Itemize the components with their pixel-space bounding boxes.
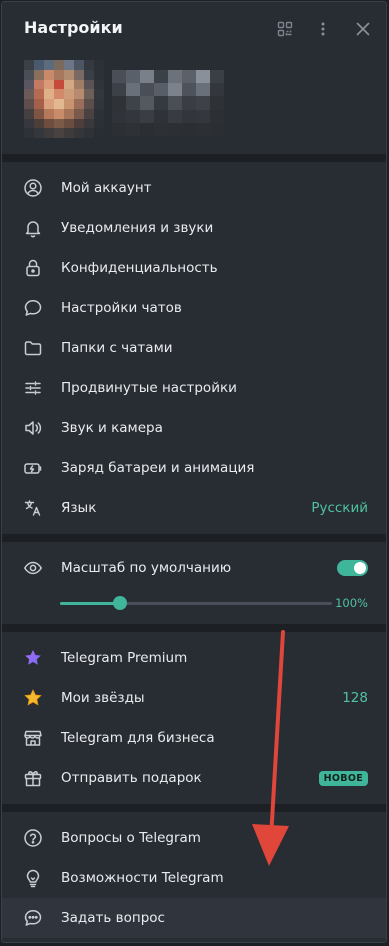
sliders-icon: [22, 377, 44, 399]
settings-header: Настройки: [2, 2, 386, 58]
star-purple-icon: [22, 647, 44, 669]
settings-menu: Мой аккаунт Уведомления и звуки Конфиден…: [2, 162, 386, 534]
menu-item-chat-folders[interactable]: Папки с чатами: [2, 328, 386, 368]
bell-icon: [22, 217, 44, 239]
question-circle-icon: [22, 827, 44, 849]
menu-item-telegram-premium[interactable]: Telegram Premium: [2, 638, 386, 678]
lock-icon: [22, 257, 44, 279]
section-divider: [2, 534, 386, 542]
menu-item-label: Заряд батареи и анимация: [61, 460, 255, 476]
scale-slider[interactable]: [60, 596, 332, 610]
menu-item-notifications[interactable]: Уведомления и звуки: [2, 208, 386, 248]
battery-icon: [22, 457, 44, 479]
menu-item-advanced[interactable]: Продвинутые настройки: [2, 368, 386, 408]
shop-icon: [22, 727, 44, 749]
lightbulb-icon: [22, 867, 44, 889]
close-icon[interactable]: [352, 18, 374, 40]
menu-item-label: Возможности Telegram: [61, 870, 224, 886]
menu-item-label: Уведомления и звуки: [61, 220, 214, 236]
menu-item-label: Вопросы о Telegram: [61, 830, 201, 846]
menu-item-label: Мой аккаунт: [61, 180, 152, 196]
new-badge: НОВОЕ: [318, 770, 368, 786]
menu-item-label: Конфиденциальность: [61, 260, 218, 276]
speaker-icon: [22, 417, 44, 439]
menu-item-default-scale[interactable]: Масштаб по умолчанию: [2, 548, 386, 588]
section-divider: [2, 154, 386, 162]
avatar[interactable]: [24, 60, 104, 138]
language-value: Русский: [311, 500, 368, 516]
menu-item-label: Папки с чатами: [61, 340, 173, 356]
menu-item-label: Настройки чатов: [61, 300, 182, 316]
menu-item-telegram-faq[interactable]: Вопросы о Telegram: [2, 818, 386, 858]
scale-value: 100%: [335, 596, 368, 610]
menu-item-chat-settings[interactable]: Настройки чатов: [2, 288, 386, 328]
premium-menu: Telegram Premium Мои звёзды 128 Telegram…: [2, 632, 386, 804]
scale-slider-fill: [60, 602, 120, 605]
menu-item-send-gift[interactable]: Отправить подарок НОВОЕ: [2, 758, 386, 798]
menu-item-sound-camera[interactable]: Звук и камера: [2, 408, 386, 448]
menu-item-my-account[interactable]: Мой аккаунт: [2, 168, 386, 208]
menu-item-privacy[interactable]: Конфиденциальность: [2, 248, 386, 288]
translate-icon: [22, 497, 44, 519]
settings-panel: Настройки Мой аккаунт Уведомления и звук…: [1, 1, 387, 943]
folder-icon: [22, 337, 44, 359]
menu-item-telegram-business[interactable]: Telegram для бизнеса: [2, 718, 386, 758]
menu-item-ask-question[interactable]: Задать вопрос: [2, 898, 386, 938]
menu-item-label: Звук и камера: [61, 420, 163, 436]
menu-item-my-stars[interactable]: Мои звёзды 128: [2, 678, 386, 718]
scale-slider-thumb[interactable]: [112, 596, 127, 610]
gift-icon: [22, 767, 44, 789]
menu-item-label: Мои звёзды: [61, 690, 145, 706]
eye-icon: [22, 557, 44, 579]
chat-dots-icon: [22, 907, 44, 929]
scale-toggle[interactable]: [337, 560, 368, 576]
page-title: Настройки: [24, 18, 123, 37]
more-vertical-icon[interactable]: [312, 18, 334, 40]
user-circle-icon: [22, 177, 44, 199]
profile-section[interactable]: [2, 58, 386, 154]
star-gold-icon: [22, 687, 44, 709]
menu-item-label: Отправить подарок: [61, 770, 202, 786]
menu-item-label: Продвинутые настройки: [61, 380, 237, 396]
chat-bubble-icon: [22, 297, 44, 319]
profile-name-pixelated: [112, 70, 224, 136]
qr-code-icon[interactable]: [274, 18, 296, 40]
menu-item-label: Язык: [61, 500, 97, 516]
scale-slider-row: 100%: [2, 588, 386, 620]
help-menu: Вопросы о Telegram Возможности Telegram …: [2, 812, 386, 942]
section-divider: [2, 804, 386, 812]
menu-item-label: Задать вопрос: [61, 910, 165, 926]
menu-item-telegram-features[interactable]: Возможности Telegram: [2, 858, 386, 898]
menu-item-label: Масштаб по умолчанию: [61, 560, 232, 576]
section-divider: [2, 624, 386, 632]
stars-count: 128: [342, 690, 368, 706]
menu-item-label: Telegram для бизнеса: [61, 730, 215, 746]
menu-item-label: Telegram Premium: [61, 650, 188, 666]
scale-section: Масштаб по умолчанию 100%: [2, 542, 386, 624]
menu-item-language[interactable]: Язык Русский: [2, 488, 386, 528]
menu-item-battery[interactable]: Заряд батареи и анимация: [2, 448, 386, 488]
